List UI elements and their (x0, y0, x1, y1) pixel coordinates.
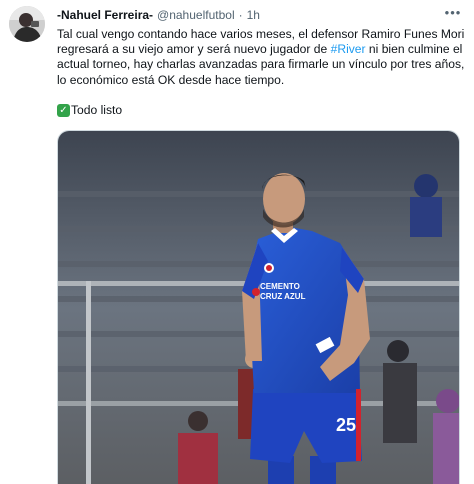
tweet-header: -Nahuel Ferreira- @nahuelfutbol · 1h (57, 7, 260, 23)
author-display-name[interactable]: -Nahuel Ferreira- (57, 8, 153, 22)
header-separator: · (238, 8, 243, 22)
shirt-sponsor-line1: CEMENTO (260, 282, 300, 291)
check-line-text: Todo listo (71, 103, 123, 117)
tweet-text: Tal cual vengo contando hace varios mese… (57, 27, 465, 88)
avatar-image (9, 6, 45, 42)
shirt-number: 25 (336, 415, 356, 435)
player-photo: CEMENTO CRUZ AZUL 25 (58, 131, 459, 484)
tweet-media-photo[interactable]: CEMENTO CRUZ AZUL 25 (57, 130, 460, 484)
hashtag-link[interactable]: #River (331, 42, 366, 56)
tweet[interactable]: -Nahuel Ferreira- @nahuelfutbol · 1h •••… (0, 0, 474, 484)
more-horizontal-icon: ••• (444, 4, 462, 20)
tweet-check-line: ✓ Todo listo (57, 102, 122, 118)
check-mark-emoji-icon: ✓ (57, 103, 70, 117)
author-avatar[interactable] (9, 6, 45, 42)
shirt-sponsor-line2: CRUZ AZUL (260, 292, 306, 301)
tweet-timestamp[interactable]: 1h (247, 8, 260, 22)
more-options-button[interactable]: ••• (442, 3, 464, 21)
author-handle[interactable]: @nahuelfutbol (157, 8, 235, 22)
